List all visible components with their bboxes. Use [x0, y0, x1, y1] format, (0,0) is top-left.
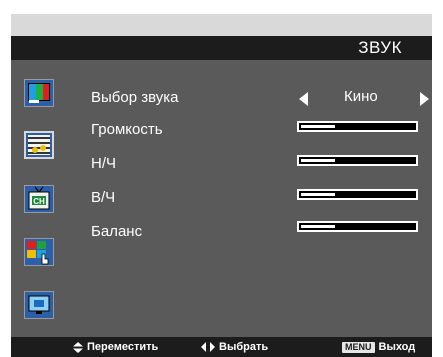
bass-slider[interactable] [297, 155, 418, 166]
tv-osd-screen: ЗВУК CH Выбор звука Кино Громкость Н/Ч В… [0, 0, 443, 357]
features-menu-icon[interactable] [24, 238, 54, 266]
picture-menu-icon[interactable] [24, 79, 54, 107]
balance-slider[interactable] [297, 221, 418, 232]
select-hint-label: Выбрать [219, 341, 269, 353]
top-strip [11, 14, 432, 36]
sound-mode-value[interactable]: Кино [344, 88, 378, 105]
screen-menu-icon[interactable] [24, 291, 54, 319]
bass-label: Н/Ч [91, 155, 116, 172]
sound-mode-label: Выбор звука [91, 89, 179, 106]
svg-text:CH: CH [33, 197, 45, 206]
bass-slider-fill [301, 159, 335, 162]
exit-hint-label: Выход [378, 341, 416, 353]
footer-hints: Переместить Выбрать MENU Выход [11, 337, 432, 357]
move-hint: Переместить [73, 341, 158, 353]
sound-mode-prev-arrow[interactable] [299, 92, 308, 106]
volume-slider-fill [301, 125, 335, 128]
select-hint: Выбрать [201, 341, 268, 353]
exit-hint: MENU Выход [342, 341, 415, 353]
channel-menu-icon[interactable]: CH [24, 185, 54, 213]
balance-label: Баланс [91, 223, 143, 240]
move-hint-label: Переместить [87, 341, 159, 353]
sound-menu-icon[interactable] [24, 131, 54, 159]
sidebar: CH [11, 60, 75, 337]
treble-slider[interactable] [297, 189, 418, 200]
treble-label: В/Ч [91, 189, 116, 206]
volume-label: Громкость [91, 121, 163, 138]
volume-slider[interactable] [297, 121, 418, 132]
balance-slider-fill [301, 225, 335, 228]
left-right-arrows-icon [201, 342, 215, 352]
menu-title: ЗВУК [358, 38, 402, 57]
sound-mode-next-arrow[interactable] [420, 92, 429, 106]
menu-content: CH Выбор звука Кино Громкость Н/Ч В/Ч Ба… [11, 60, 432, 337]
menu-key-badge: MENU [342, 341, 375, 353]
title-bar: ЗВУК [11, 36, 432, 60]
up-down-arrows-icon [73, 341, 83, 353]
treble-slider-fill [301, 193, 335, 196]
